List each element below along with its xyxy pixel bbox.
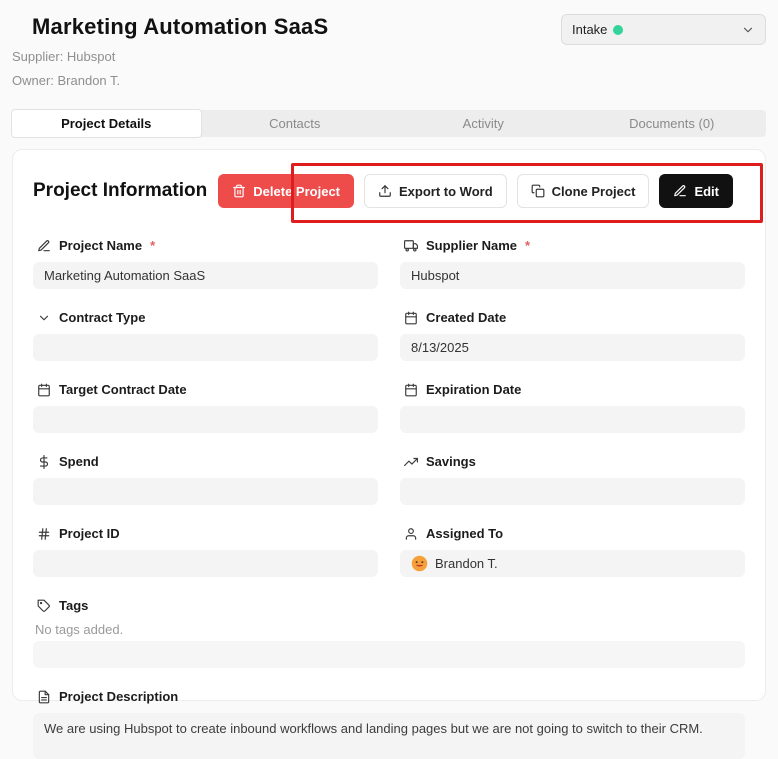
expiration-date-label: Expiration Date (404, 382, 745, 397)
field-project-name: Project Name * (33, 238, 378, 289)
delete-project-label: Delete Project (253, 184, 340, 199)
spend-input[interactable] (33, 478, 378, 505)
card-header: Project Information Delete Project Expor… (33, 174, 745, 208)
tags-label: Tags (37, 598, 745, 613)
project-name-input[interactable] (33, 262, 378, 289)
required-asterisk: * (150, 238, 155, 253)
clone-project-button[interactable]: Clone Project (517, 174, 650, 208)
page-header: Marketing Automation SaaS Supplier: Hubs… (0, 0, 778, 88)
tags-input[interactable] (33, 641, 745, 668)
document-icon (37, 690, 51, 704)
field-expiration-date: Expiration Date (400, 382, 745, 433)
supplier-name-input[interactable] (400, 262, 745, 289)
calendar-icon (404, 311, 418, 325)
required-asterisk: * (525, 238, 530, 253)
chevron-down-icon (37, 311, 51, 325)
tag-icon (37, 599, 51, 613)
owner-line: Owner: Brandon T. (12, 73, 766, 88)
tab-bar: Project Details Contacts Activity Docume… (12, 110, 766, 137)
export-icon (378, 184, 392, 198)
spend-label: Spend (37, 454, 378, 469)
trending-up-icon (404, 455, 418, 469)
truck-icon (404, 239, 418, 253)
trash-icon (232, 184, 246, 198)
expiration-date-input[interactable] (400, 406, 745, 433)
pencil-icon (673, 184, 687, 198)
chevron-down-icon (741, 23, 755, 37)
supplier-name-label: Supplier Name * (404, 238, 745, 253)
tab-activity[interactable]: Activity (389, 110, 578, 137)
project-information-card: Project Information Delete Project Expor… (12, 149, 766, 701)
contract-type-label: Contract Type (37, 310, 378, 325)
field-supplier-name: Supplier Name * (400, 238, 745, 289)
pencil-icon (37, 239, 51, 253)
assigned-to-label: Assigned To (404, 526, 745, 541)
calendar-icon (37, 383, 51, 397)
field-project-id: Project ID (33, 526, 378, 577)
status-dropdown[interactable]: Intake (561, 14, 766, 45)
savings-label: Savings (404, 454, 745, 469)
status-dot-icon (613, 25, 623, 35)
tab-documents[interactable]: Documents (0) (578, 110, 767, 137)
card-title: Project Information (33, 180, 207, 202)
field-target-contract-date: Target Contract Date (33, 382, 378, 433)
edit-button[interactable]: Edit (659, 174, 733, 208)
project-description-label: Project Description (37, 689, 745, 704)
tab-project-details[interactable]: Project Details (12, 110, 201, 137)
delete-project-button[interactable]: Delete Project (218, 174, 354, 208)
target-contract-date-label: Target Contract Date (37, 382, 378, 397)
dollar-icon (37, 455, 51, 469)
export-to-word-button[interactable]: Export to Word (364, 174, 507, 208)
field-contract-type: Contract Type (33, 310, 378, 361)
field-tags: Tags No tags added. (33, 598, 745, 668)
project-id-input[interactable] (33, 550, 378, 577)
created-date-input[interactable] (400, 334, 745, 361)
field-assigned-to: Assigned To Brandon T. (400, 526, 745, 577)
created-date-label: Created Date (404, 310, 745, 325)
assigned-to-name: Brandon T. (435, 556, 498, 571)
savings-input[interactable] (400, 478, 745, 505)
export-to-word-label: Export to Word (399, 184, 493, 199)
project-id-label: Project ID (37, 526, 378, 541)
field-created-date: Created Date (400, 310, 745, 361)
person-icon (404, 527, 418, 541)
project-name-label: Project Name * (37, 238, 378, 253)
tab-contacts[interactable]: Contacts (201, 110, 390, 137)
hash-icon (37, 527, 51, 541)
target-contract-date-input[interactable] (33, 406, 378, 433)
assigned-to-value[interactable]: Brandon T. (400, 550, 745, 577)
copy-icon (531, 184, 545, 198)
action-buttons: Delete Project Export to Word Clone Proj… (218, 174, 733, 208)
project-description-value[interactable]: We are using Hubspot to create inbound w… (33, 713, 745, 759)
field-savings: Savings (400, 454, 745, 505)
fields-grid: Project Name * Supplier Name * Contr (33, 238, 745, 759)
avatar (411, 555, 428, 572)
supplier-line: Supplier: Hubspot (12, 49, 766, 64)
tags-empty-text: No tags added. (35, 622, 745, 637)
status-dropdown-label: Intake (572, 22, 607, 37)
clone-project-label: Clone Project (552, 184, 636, 199)
calendar-icon (404, 383, 418, 397)
edit-label: Edit (694, 184, 719, 199)
field-spend: Spend (33, 454, 378, 505)
field-project-description: Project Description We are using Hubspot… (33, 689, 745, 759)
contract-type-input[interactable] (33, 334, 378, 361)
